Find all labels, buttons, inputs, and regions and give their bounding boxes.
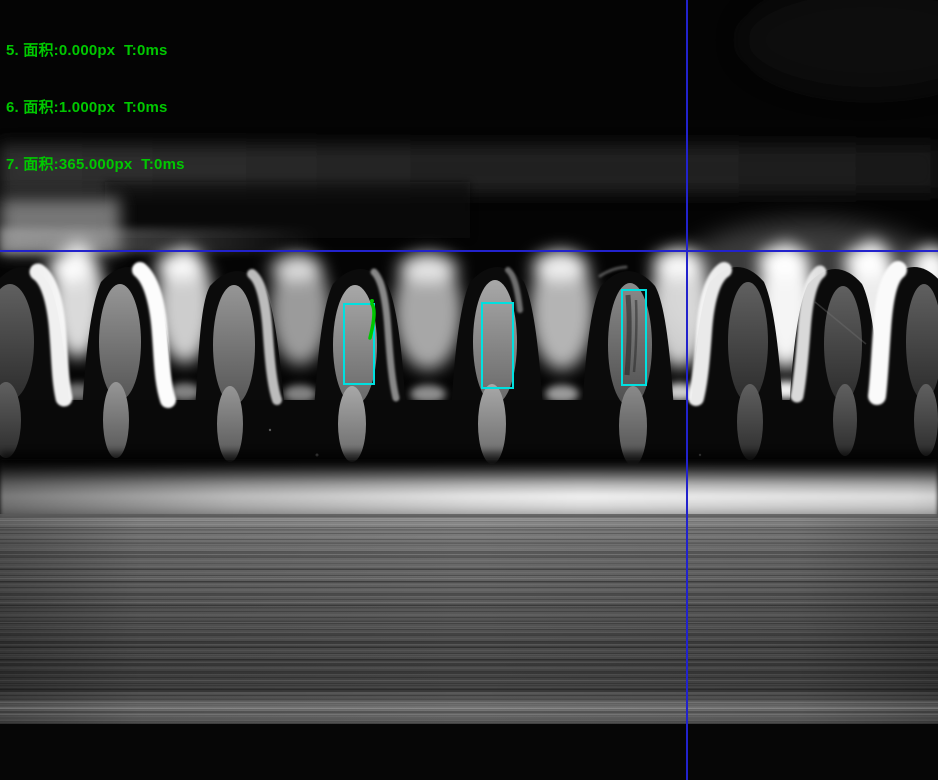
measurement-line-5: 5. 面积:0.000px T:0ms <box>6 41 185 60</box>
rim-band <box>0 452 938 518</box>
shaft <box>0 517 938 725</box>
measurement-line-6: 6. 面积:1.000px T:0ms <box>6 98 185 117</box>
crosshair-vertical-line[interactable] <box>686 0 688 780</box>
detected-blob-marker <box>362 296 380 344</box>
bottom-shadow <box>0 724 938 780</box>
measurement-readout: 5. 面积:0.000px T:0ms 6. 面积:1.000px T:0ms … <box>6 3 185 212</box>
crosshair-horizontal-line[interactable] <box>0 250 938 252</box>
measurement-line-7: 7. 面积:365.000px T:0ms <box>6 155 185 174</box>
roi-box-2[interactable] <box>481 302 514 389</box>
camera-view: 5. 面积:0.000px T:0ms 6. 面积:1.000px T:0ms … <box>0 0 938 780</box>
roi-box-3[interactable] <box>621 289 647 386</box>
